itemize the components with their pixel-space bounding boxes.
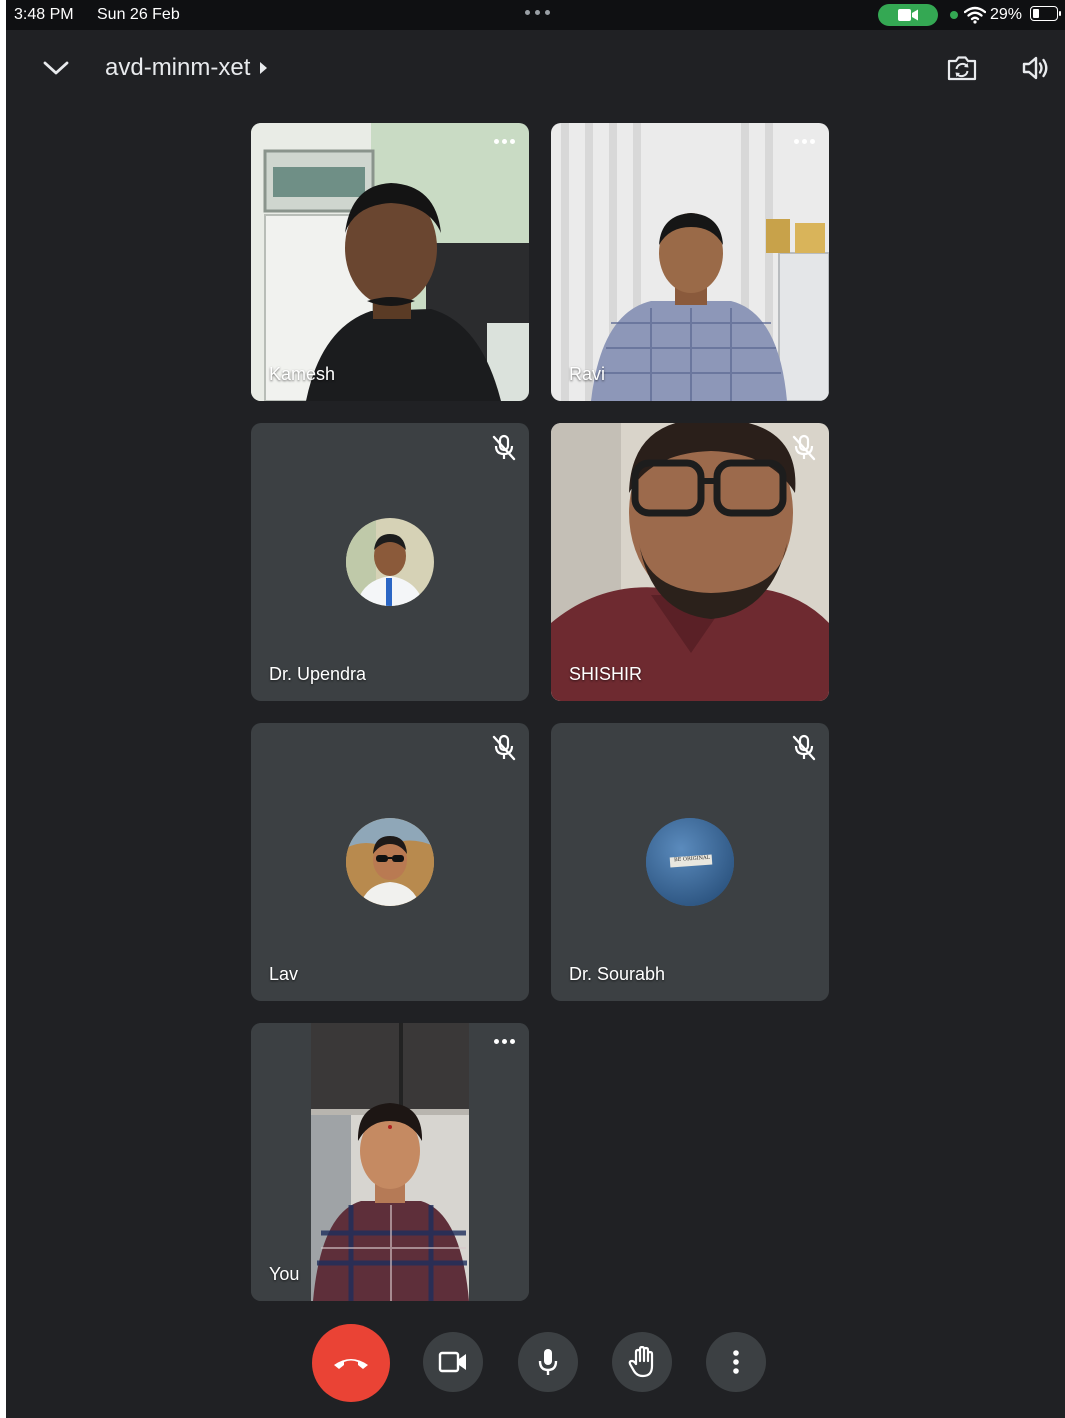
battery-percentage: 29% bbox=[990, 6, 1023, 23]
mic-off-icon bbox=[792, 434, 816, 461]
microphone-toggle-button[interactable] bbox=[518, 1332, 578, 1392]
mic-off-icon bbox=[792, 734, 816, 761]
switch-camera-icon bbox=[947, 56, 977, 81]
battery-icon bbox=[1030, 6, 1061, 21]
microphone-icon bbox=[538, 1349, 558, 1375]
mic-off-icon bbox=[492, 734, 516, 761]
more-options-button[interactable] bbox=[706, 1332, 766, 1392]
raise-hand-button[interactable] bbox=[612, 1332, 672, 1392]
video-feed bbox=[551, 423, 829, 701]
switch-camera-button[interactable] bbox=[942, 50, 982, 86]
collapse-button[interactable] bbox=[36, 50, 76, 86]
video-feed bbox=[551, 123, 829, 401]
participant-tile-you[interactable]: You bbox=[251, 1023, 529, 1301]
multitasking-dots-icon[interactable] bbox=[525, 10, 550, 15]
more-vertical-icon bbox=[733, 1350, 739, 1374]
speaker-icon bbox=[1022, 56, 1048, 80]
participant-name: Dr. Upendra bbox=[269, 664, 367, 684]
wifi-icon bbox=[964, 6, 986, 24]
participant-name: You bbox=[269, 1264, 300, 1284]
meet-screen: 3:48 PM Sun 26 Feb 29% avd-minm-xet Kame… bbox=[6, 0, 1065, 1418]
meeting-header: avd-minm-xet bbox=[6, 40, 1065, 96]
status-bar: 3:48 PM Sun 26 Feb 29% bbox=[6, 0, 1065, 30]
participant-tile-ravi[interactable]: Ravi bbox=[551, 123, 829, 401]
video-camera-icon bbox=[438, 1351, 466, 1373]
status-date: Sun 26 Feb bbox=[97, 6, 180, 23]
mic-off-icon bbox=[492, 434, 516, 461]
participant-name: Ravi bbox=[569, 364, 606, 384]
video-feed bbox=[251, 123, 529, 401]
participant-avatar: BE ORIGINAL bbox=[646, 818, 734, 906]
meeting-code: avd-minm-xet bbox=[105, 54, 251, 81]
raise-hand-icon bbox=[628, 1346, 654, 1378]
participant-name: SHISHIR bbox=[569, 664, 643, 684]
meeting-code-button[interactable]: avd-minm-xet bbox=[105, 54, 268, 82]
call-controls bbox=[6, 1322, 1065, 1402]
participant-tile-kamesh[interactable]: Kamesh bbox=[251, 123, 529, 401]
participant-name: Lav bbox=[269, 964, 299, 984]
privacy-dot bbox=[950, 11, 958, 19]
participant-options-button[interactable] bbox=[790, 135, 819, 148]
end-call-button[interactable] bbox=[312, 1324, 390, 1402]
participant-tile-lav[interactable]: Lav bbox=[251, 723, 529, 1001]
participant-name: Kamesh bbox=[269, 364, 336, 384]
chevron-down-icon bbox=[43, 61, 69, 75]
caret-right-icon bbox=[260, 62, 268, 74]
participant-tile-shishir[interactable]: SHISHIR bbox=[551, 423, 829, 701]
participant-tile-dr-sourabh[interactable]: BE ORIGINAL Dr. Sourabh bbox=[551, 723, 829, 1001]
status-time: 3:48 PM bbox=[14, 6, 74, 23]
self-view-video bbox=[251, 1023, 529, 1301]
participant-avatar bbox=[346, 818, 434, 906]
audio-output-button[interactable] bbox=[1016, 50, 1056, 86]
participant-options-button[interactable] bbox=[490, 135, 519, 148]
participant-tile-dr-upendra[interactable]: Dr. Upendra bbox=[251, 423, 529, 701]
camera-in-use-indicator bbox=[878, 4, 938, 26]
hang-up-icon bbox=[334, 1359, 368, 1369]
video-camera-icon bbox=[898, 9, 918, 21]
participant-name: Dr. Sourabh bbox=[569, 964, 666, 984]
participant-avatar bbox=[346, 518, 434, 606]
camera-toggle-button[interactable] bbox=[423, 1332, 483, 1392]
self-view-options-button[interactable] bbox=[490, 1035, 519, 1048]
